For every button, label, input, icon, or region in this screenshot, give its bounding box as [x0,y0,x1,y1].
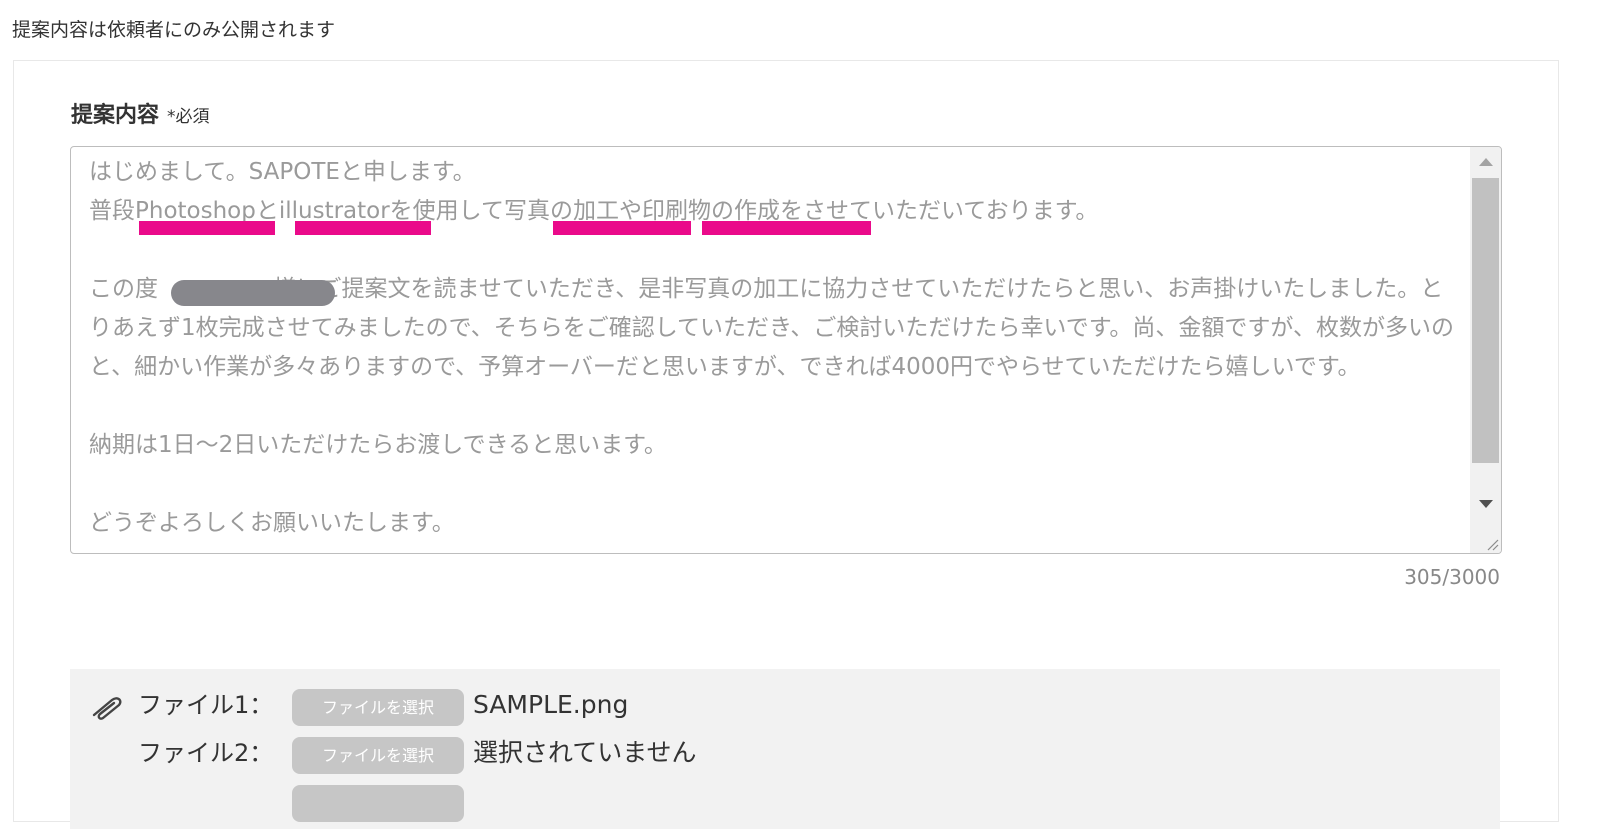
triangle-down-icon [1478,500,1493,508]
file1-name: SAMPLE.png [473,690,629,719]
character-counter: 305/3000 [1404,565,1500,589]
scroll-thumb[interactable] [1472,178,1499,463]
required-mark: *必須 [167,107,210,127]
file2-choose-button[interactable]: ファイルを選択 [292,737,464,774]
proposal-text[interactable]: はじめまして。SAPOTEと申します。 普段Photoshopとillustra… [89,153,1464,543]
highlight-print-production [702,221,871,235]
file3-choose-button[interactable] [292,785,464,822]
file1-label: ファイル1： [138,691,274,719]
scroll-up-button[interactable] [1470,147,1501,177]
visibility-notice: 提案内容は依頼者にのみ公開されます [12,19,336,41]
highlight-photo-editing [553,221,691,235]
file2-status: 選択されていません [473,738,697,767]
file-attachment-area: ファイル1： ファイルを選択 SAMPLE.png ファイル2： ファイルを選択… [70,669,1500,829]
proposal-label: 提案内容 [71,103,160,128]
redacted-client-name [171,280,335,306]
proposal-label-row: 提案内容 *必須 [71,100,210,133]
resize-grip-icon[interactable] [1485,537,1499,551]
triangle-up-icon [1478,158,1493,166]
file1-choose-button[interactable]: ファイルを選択 [292,689,464,726]
file2-label: ファイル2： [138,739,274,767]
highlight-photoshop [139,221,275,235]
paperclip-icon [92,697,122,720]
highlight-illustrator [295,221,431,235]
scroll-down-button[interactable] [1470,489,1501,519]
proposal-textarea[interactable]: はじめまして。SAPOTEと申します。 普段Photoshopとillustra… [70,146,1502,554]
textarea-scrollbar[interactable] [1470,147,1501,553]
